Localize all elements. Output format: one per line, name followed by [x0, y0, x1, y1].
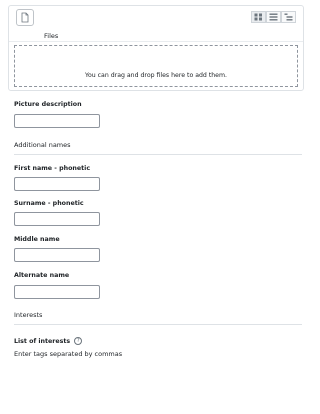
first-name-phonetic-input[interactable]: [14, 177, 100, 191]
divider: [9, 41, 303, 42]
middle-name-label: Middle name: [14, 236, 60, 243]
list-view-button[interactable]: [266, 11, 281, 23]
icon-view-button[interactable]: [251, 11, 266, 23]
divider: [14, 154, 302, 155]
interests-heading[interactable]: Interests: [14, 311, 42, 319]
add-file-button[interactable]: [16, 9, 34, 26]
file-picker-path[interactable]: Files: [44, 32, 58, 40]
file-icon: [21, 12, 29, 23]
middle-name-input[interactable]: [14, 248, 100, 262]
view-switcher: [251, 11, 296, 23]
surname-phonetic-label: Surname - phonetic: [14, 200, 84, 207]
file-picker: Files You can drag and drop files here t…: [8, 5, 304, 91]
surname-phonetic-input[interactable]: [14, 212, 100, 226]
tree-view-button[interactable]: [281, 11, 296, 23]
icon-view-icon: [254, 13, 262, 21]
list-view-icon: [269, 13, 278, 21]
alternate-name-input[interactable]: [14, 285, 100, 299]
drop-zone-text: You can drag and drop files here to add …: [85, 72, 227, 79]
help-icon[interactable]: ?: [74, 337, 83, 345]
list-of-interests-text: List of interests: [14, 338, 71, 345]
alternate-name-label: Alternate name: [14, 272, 70, 279]
picture-description-label: Picture description: [14, 101, 82, 108]
file-picker-toolbar: [9, 6, 303, 26]
list-of-interests-hint: Enter tags separated by commas: [14, 350, 123, 358]
drop-zone[interactable]: You can drag and drop files here to add …: [14, 45, 298, 87]
list-of-interests-label: List of interests?: [14, 337, 83, 345]
additional-names-heading[interactable]: Additional names: [14, 141, 71, 149]
tree-view-icon: [284, 13, 293, 21]
picture-description-input[interactable]: [14, 114, 100, 128]
first-name-phonetic-label: First name - phonetic: [14, 165, 91, 172]
divider: [14, 324, 302, 325]
